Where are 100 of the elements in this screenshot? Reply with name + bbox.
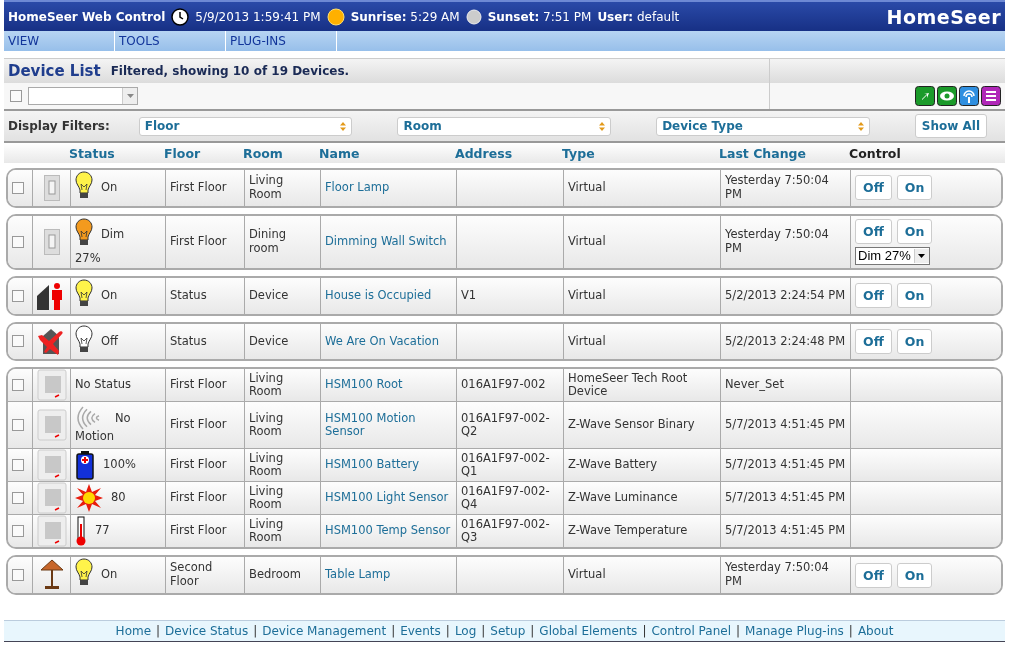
row-checkbox[interactable] [12, 492, 24, 505]
dim-level-dropdown[interactable]: Dim 27% [855, 246, 930, 265]
column-header[interactable]: Type [559, 145, 716, 161]
device-name-link[interactable]: HSM100 Motion Sensor [325, 411, 452, 440]
row-checkbox[interactable] [12, 335, 24, 348]
control-button[interactable]: On [896, 218, 933, 244]
column-header[interactable]: Status [66, 145, 161, 161]
column-header[interactable]: Address [452, 145, 559, 161]
control-button[interactable]: Off [855, 218, 892, 244]
filter-dropdown[interactable]: Device Type [656, 116, 870, 136]
link-separator: | [530, 624, 535, 638]
filters-label: Display Filters: [8, 119, 111, 133]
status-text: Dim [101, 228, 125, 242]
last-change-cell: 5/7/2013 4:51:45 PM [725, 458, 846, 473]
wireless-icon[interactable] [959, 86, 979, 106]
room-cell: Device [249, 334, 289, 349]
footer-link[interactable]: Device Status [165, 624, 249, 638]
floor-cell: Status [170, 288, 207, 303]
device-name-link[interactable]: Dimming Wall Switch [325, 234, 447, 249]
type-cell: Virtual [568, 568, 606, 583]
control-button[interactable]: On [896, 562, 933, 588]
footer-link[interactable]: Log [454, 624, 477, 638]
floor-cell: First Floor [170, 524, 227, 539]
type-cell: Virtual [568, 288, 606, 303]
row-checkbox[interactable] [12, 569, 24, 582]
device-name-link[interactable]: HSM100 Temp Sensor [325, 524, 451, 539]
motion-sensor-icon [36, 515, 67, 548]
status-text: 100% [103, 458, 136, 473]
address-cell-text: 016A1F97-002-Q1 [461, 451, 551, 480]
logo: HomeSeer [886, 5, 1001, 28]
control-button[interactable]: Off [855, 562, 892, 588]
control-button[interactable]: On [896, 283, 933, 309]
column-header[interactable]: Room [240, 145, 316, 161]
filter-summary: Filtered, showing 10 of 19 Devices. [110, 64, 350, 78]
column-header[interactable]: Floor [161, 145, 240, 161]
device-name-link[interactable]: HSM100 Root [325, 378, 403, 393]
address-cell: V1 [461, 288, 477, 303]
caret-icon [126, 94, 134, 98]
device-name-link[interactable]: HSM100 Battery [325, 458, 420, 473]
last-change-cell-text: Yesterday 7:50:04 PM [725, 228, 830, 256]
row-checkbox[interactable] [12, 289, 24, 302]
room-cell-text: Living Room [249, 371, 285, 400]
row-checkbox[interactable] [12, 419, 24, 432]
link-separator: | [642, 624, 647, 638]
type-cell: Virtual [568, 334, 606, 349]
footer-link[interactable]: Setup [490, 624, 526, 638]
control-button[interactable]: On [896, 175, 933, 201]
list-icon[interactable] [981, 86, 1001, 106]
caret-icon [918, 253, 926, 258]
control-button[interactable]: Off [855, 283, 892, 309]
row-checkbox[interactable] [12, 525, 24, 538]
footer-link[interactable]: Home [115, 624, 152, 638]
device-name-link[interactable]: HSM100 Light Sensor [325, 491, 449, 506]
sunburst-icon [75, 484, 103, 513]
filter-dropdown[interactable]: Room [397, 116, 612, 136]
footer-link[interactable]: About [857, 624, 894, 638]
column-header[interactable]: Last Change [716, 145, 846, 161]
status-detail: Motion [75, 430, 115, 445]
column-header[interactable]: Name [316, 145, 452, 161]
footer-link[interactable]: Events [400, 624, 441, 638]
footer-link[interactable]: Control Panel [651, 624, 731, 638]
footer-link[interactable]: Global Elements [539, 624, 638, 638]
row-checkbox[interactable] [12, 379, 24, 392]
action-dropdown[interactable] [28, 87, 138, 105]
row-checkbox[interactable] [12, 459, 24, 472]
device-name-link[interactable]: Table Lamp [325, 568, 391, 583]
eye-icon[interactable] [937, 86, 957, 106]
select-all-checkbox[interactable] [10, 90, 22, 102]
row-checkbox[interactable] [12, 235, 24, 248]
link-separator: | [391, 624, 396, 638]
menu-item[interactable]: PLUG-INS [226, 31, 337, 51]
last-change-cell: 5/7/2013 4:51:45 PM [725, 491, 846, 506]
last-change-cell: 5/2/2013 2:24:48 PM [725, 334, 846, 349]
filter-dropdown[interactable]: Floor [138, 116, 353, 136]
menu-item[interactable]: VIEW [4, 31, 115, 51]
room-cell-text: Living Room [249, 451, 285, 480]
device-name-link[interactable]: House is Occupied [325, 288, 432, 303]
type-cell: Z-Wave Battery [568, 458, 658, 473]
device-name-link[interactable]: Floor Lamp [325, 181, 390, 195]
show-all-button[interactable]: Show All [914, 114, 987, 138]
status-text: No [115, 411, 131, 426]
status-text: 77 [95, 524, 110, 539]
date-time: 5/9/2013 1:59:41 PM [195, 9, 321, 24]
control-button[interactable]: Off [855, 175, 892, 201]
sunset-time: Sunset: 7:51 PM [487, 9, 592, 24]
menu-item[interactable]: TOOLS [115, 31, 226, 51]
room-cell: Bedroom [249, 568, 301, 583]
motion-sensor-icon [36, 449, 67, 482]
room-cell-text: Dining room [249, 228, 288, 256]
row-checkbox[interactable] [12, 181, 24, 194]
footer-link[interactable]: Manage Plug-ins [745, 624, 844, 638]
control-button[interactable]: Off [855, 329, 892, 354]
address-cell-text: 016A1F97-002-Q2 [461, 411, 551, 440]
floor-cell: First Floor [170, 491, 227, 506]
device-name-link[interactable]: We Are On Vacation [325, 334, 439, 349]
type-cell: Z-Wave Temperature [568, 524, 688, 539]
footer-link[interactable]: Device Management [262, 624, 387, 638]
control-button[interactable]: On [896, 329, 933, 354]
motion-sensor-icon [36, 482, 67, 515]
motion-sensor-icon [36, 409, 67, 442]
